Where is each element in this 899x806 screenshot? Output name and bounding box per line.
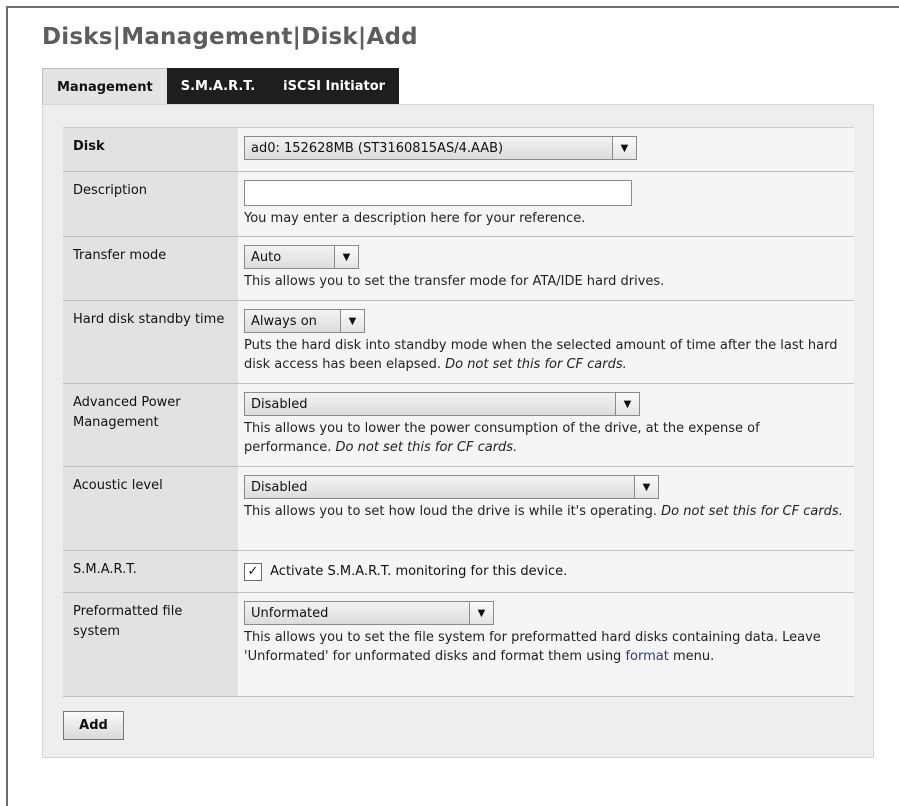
page-title: Disks|Management|Disk|Add (42, 24, 418, 50)
tab-smart[interactable]: S.M.A.R.T. (166, 68, 270, 105)
acoustic-select[interactable]: Disabled ▼ (244, 475, 659, 499)
transfer-mode-label: Transfer mode (63, 236, 238, 301)
chevron-down-icon: ▼ (612, 137, 636, 159)
apm-value: Disabled (251, 397, 308, 412)
smart-checkbox[interactable]: ✓ (244, 562, 262, 581)
format-link[interactable]: format (625, 649, 668, 664)
disk-select[interactable]: ad0: 152628MB (ST3160815AS/4.AAB) ▼ (244, 136, 637, 160)
fs-select[interactable]: Unformated ▼ (244, 601, 494, 625)
chevron-down-icon: ▼ (615, 393, 639, 415)
description-hint: You may enter a description here for you… (244, 211, 586, 226)
fs-label: Preformatted file system (63, 592, 238, 697)
acoustic-value: Disabled (251, 480, 308, 495)
add-button[interactable]: Add (63, 711, 124, 740)
standby-hint: Puts the hard disk into standby mode whe… (244, 338, 838, 372)
transfer-mode-select[interactable]: Auto ▼ (244, 245, 359, 269)
disk-row: Disk ad0: 152628MB (ST3160815AS/4.AAB) ▼ (63, 127, 854, 172)
transfer-mode-hint: This allows you to set the transfer mode… (244, 274, 665, 289)
standby-label: Hard disk standby time (63, 300, 238, 384)
description-input[interactable] (244, 180, 632, 206)
smart-row: S.M.A.R.T. ✓ Activate S.M.A.R.T. monitor… (63, 550, 854, 593)
disk-select-value: ad0: 152628MB (ST3160815AS/4.AAB) (251, 141, 504, 156)
tab-iscsi-initiator[interactable]: iSCSI Initiator (269, 68, 400, 105)
apm-hint: This allows you to lower the power consu… (244, 421, 760, 455)
disk-label: Disk (63, 127, 238, 172)
fs-value: Unformated (251, 606, 329, 621)
standby-row: Hard disk standby time Always on ▼ Puts … (63, 300, 854, 384)
apm-select[interactable]: Disabled ▼ (244, 392, 640, 416)
acoustic-row: Acoustic level Disabled ▼ This allows yo… (63, 466, 854, 551)
disk-form: Disk ad0: 152628MB (ST3160815AS/4.AAB) ▼… (63, 127, 854, 697)
smart-label: S.M.A.R.T. (63, 550, 238, 593)
standby-select[interactable]: Always on ▼ (244, 309, 365, 333)
description-label: Description (63, 171, 238, 237)
form-panel: Disk ad0: 152628MB (ST3160815AS/4.AAB) ▼… (42, 104, 874, 758)
fs-hint: This allows you to set the file system f… (244, 630, 821, 664)
chevron-down-icon: ▼ (334, 246, 358, 268)
smart-checkbox-label: Activate S.M.A.R.T. monitoring for this … (270, 564, 568, 579)
apm-row: Advanced Power Management Disabled ▼ Thi… (63, 383, 854, 467)
description-row: Description You may enter a description … (63, 171, 854, 237)
tab-bar: Management S.M.A.R.T. iSCSI Initiator (42, 68, 400, 105)
acoustic-hint: This allows you to set how loud the driv… (244, 504, 843, 519)
standby-value: Always on (251, 314, 317, 329)
transfer-mode-row: Transfer mode Auto ▼ This allows you to … (63, 236, 854, 301)
chevron-down-icon: ▼ (469, 602, 493, 624)
transfer-mode-value: Auto (251, 250, 282, 265)
tab-management[interactable]: Management (42, 68, 167, 105)
chevron-down-icon: ▼ (634, 476, 658, 498)
fs-row: Preformatted file system Unformated ▼ Th… (63, 592, 854, 697)
acoustic-label: Acoustic level (63, 466, 238, 551)
chevron-down-icon: ▼ (340, 310, 364, 332)
apm-label: Advanced Power Management (63, 383, 238, 467)
